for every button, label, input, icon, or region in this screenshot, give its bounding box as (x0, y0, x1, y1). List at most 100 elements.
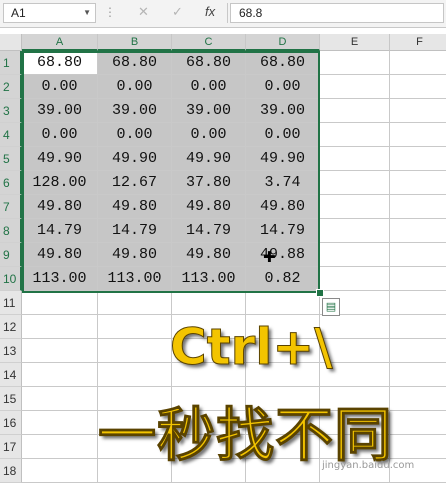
cell-c4[interactable]: 0.00 (172, 123, 246, 147)
quick-analysis-icon[interactable]: ▤ (322, 298, 340, 316)
cell-b3[interactable]: 39.00 (98, 99, 172, 123)
name-box[interactable]: A1 ▼ (3, 3, 96, 23)
row-header-14[interactable]: 14 (0, 363, 22, 387)
cell-d7[interactable]: 49.80 (246, 195, 320, 219)
cell-e10[interactable] (320, 267, 390, 291)
row-header-7[interactable]: 7 (0, 195, 22, 219)
select-all-corner[interactable] (0, 34, 22, 51)
cell-a4[interactable]: 0.00 (22, 123, 98, 147)
column-header-d[interactable]: D (246, 34, 320, 51)
cell-b13[interactable] (98, 339, 172, 363)
cell-a18[interactable] (22, 459, 98, 483)
fill-handle[interactable] (316, 289, 324, 297)
cell-a3[interactable]: 39.00 (22, 99, 98, 123)
cell-a13[interactable] (22, 339, 98, 363)
cell-c10[interactable]: 113.00 (172, 267, 246, 291)
cell-a16[interactable] (22, 411, 98, 435)
cell-a7[interactable]: 49.80 (22, 195, 98, 219)
insert-function-icon[interactable]: fx (205, 4, 215, 19)
cell-d1[interactable]: 68.80 (246, 51, 320, 75)
row-header-13[interactable]: 13 (0, 339, 22, 363)
cell-a12[interactable] (22, 315, 98, 339)
cell-d6[interactable]: 3.74 (246, 171, 320, 195)
cell-a5[interactable]: 49.90 (22, 147, 98, 171)
row-header-2[interactable]: 2 (0, 75, 22, 99)
cell-b1[interactable]: 68.80 (98, 51, 172, 75)
row-header-5[interactable]: 5 (0, 147, 22, 171)
cell-c7[interactable]: 49.80 (172, 195, 246, 219)
cell-e1[interactable] (320, 51, 390, 75)
cell-f7[interactable] (390, 195, 446, 219)
cell-b8[interactable]: 14.79 (98, 219, 172, 243)
column-header-e[interactable]: E (320, 34, 390, 51)
row-header-6[interactable]: 6 (0, 171, 22, 195)
cell-e7[interactable] (320, 195, 390, 219)
cell-a1[interactable]: 68.80 (22, 51, 98, 75)
cell-a17[interactable] (22, 435, 98, 459)
cell-f3[interactable] (390, 99, 446, 123)
cell-b9[interactable]: 49.80 (98, 243, 172, 267)
cell-f15[interactable] (390, 387, 446, 411)
cell-a14[interactable] (22, 363, 98, 387)
cell-f16[interactable] (390, 411, 446, 435)
cell-c5[interactable]: 49.90 (172, 147, 246, 171)
enter-icon[interactable]: ✓ (172, 4, 183, 20)
cell-f11[interactable] (390, 291, 446, 315)
cell-d3[interactable]: 39.00 (246, 99, 320, 123)
row-header-8[interactable]: 8 (0, 219, 22, 243)
cell-e2[interactable] (320, 75, 390, 99)
row-header-9[interactable]: 9 (0, 243, 22, 267)
row-header-16[interactable]: 16 (0, 411, 22, 435)
row-header-18[interactable]: 18 (0, 459, 22, 483)
cell-a10[interactable]: 113.00 (22, 267, 98, 291)
cell-a2[interactable]: 0.00 (22, 75, 98, 99)
cell-f5[interactable] (390, 147, 446, 171)
chevron-down-icon[interactable]: ▼ (83, 4, 91, 22)
cell-c6[interactable]: 37.80 (172, 171, 246, 195)
cell-d5[interactable]: 49.90 (246, 147, 320, 171)
row-header-3[interactable]: 3 (0, 99, 22, 123)
row-header-10[interactable]: 10 (0, 267, 22, 291)
cell-c3[interactable]: 39.00 (172, 99, 246, 123)
cell-a8[interactable]: 14.79 (22, 219, 98, 243)
cell-b10[interactable]: 113.00 (98, 267, 172, 291)
cell-f6[interactable] (390, 171, 446, 195)
cell-d11[interactable] (246, 291, 320, 315)
cell-b6[interactable]: 12.67 (98, 171, 172, 195)
cell-b12[interactable] (98, 315, 172, 339)
cell-b4[interactable]: 0.00 (98, 123, 172, 147)
cell-f8[interactable] (390, 219, 446, 243)
cell-f13[interactable] (390, 339, 446, 363)
cell-f4[interactable] (390, 123, 446, 147)
cell-a9[interactable]: 49.80 (22, 243, 98, 267)
cell-f2[interactable] (390, 75, 446, 99)
cell-c9[interactable]: 49.80 (172, 243, 246, 267)
cell-d10[interactable]: 0.82 (246, 267, 320, 291)
cell-b14[interactable] (98, 363, 172, 387)
row-header-17[interactable]: 17 (0, 435, 22, 459)
row-header-12[interactable]: 12 (0, 315, 22, 339)
cell-d9[interactable]: 49.88 (246, 243, 320, 267)
cell-f10[interactable] (390, 267, 446, 291)
cell-b5[interactable]: 49.90 (98, 147, 172, 171)
cell-c2[interactable]: 0.00 (172, 75, 246, 99)
cell-e3[interactable] (320, 99, 390, 123)
cancel-icon[interactable]: ✕ (138, 4, 149, 20)
cell-e4[interactable] (320, 123, 390, 147)
cell-f1[interactable] (390, 51, 446, 75)
column-header-a[interactable]: A (22, 34, 98, 51)
cell-b2[interactable]: 0.00 (98, 75, 172, 99)
cell-f14[interactable] (390, 363, 446, 387)
cell-d4[interactable]: 0.00 (246, 123, 320, 147)
cell-c1[interactable]: 68.80 (172, 51, 246, 75)
column-header-f[interactable]: F (390, 34, 446, 51)
cell-f9[interactable] (390, 243, 446, 267)
row-header-4[interactable]: 4 (0, 123, 22, 147)
cell-a11[interactable] (22, 291, 98, 315)
row-header-15[interactable]: 15 (0, 387, 22, 411)
cell-f12[interactable] (390, 315, 446, 339)
cell-a15[interactable] (22, 387, 98, 411)
formula-input[interactable]: 68.8 (230, 3, 444, 23)
cell-e5[interactable] (320, 147, 390, 171)
cell-a6[interactable]: 128.00 (22, 171, 98, 195)
